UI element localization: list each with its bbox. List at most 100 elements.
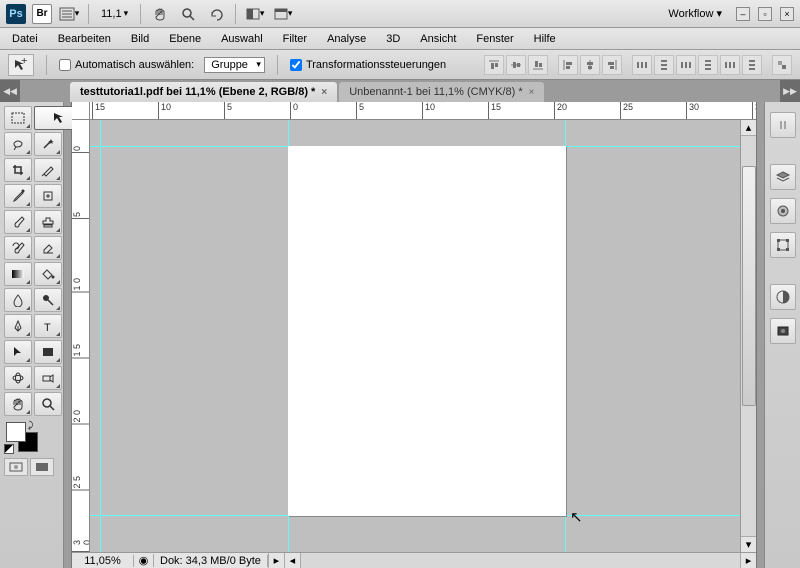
path-selection-tool[interactable] <box>4 340 32 364</box>
menu-datei[interactable]: Datei <box>10 31 40 47</box>
transform-controls-checkbox[interactable]: Transformationssteuerungen <box>290 59 446 71</box>
color-swatches[interactable]: ⤸ <box>0 420 63 456</box>
document-info-dropdown-icon[interactable]: ▸ <box>268 553 284 568</box>
scrollbar-thumb[interactable] <box>742 166 756 406</box>
rotate-view-shortcut[interactable] <box>205 3 227 25</box>
screen-mode-cycle[interactable] <box>30 458 54 476</box>
distribute-h-icon[interactable] <box>632 55 652 75</box>
vertical-ruler[interactable]: 0 5 1 0 1 5 2 0 2 5 3 0 <box>72 120 90 552</box>
3d-rotate-tool[interactable] <box>4 366 32 390</box>
channels-panel-icon[interactable] <box>770 198 796 224</box>
collapse-right-dock[interactable]: ▶▶ <box>780 80 800 102</box>
arrange-documents-dropdown[interactable]: ▾ <box>244 3 266 25</box>
type-tool[interactable]: T <box>34 314 62 338</box>
menu-auswahl[interactable]: Auswahl <box>219 31 265 47</box>
distribute-v2-icon[interactable] <box>698 55 718 75</box>
hand-tool-shortcut[interactable] <box>149 3 171 25</box>
extras-dropdown[interactable]: ▾ <box>58 3 80 25</box>
menu-filter[interactable]: Filter <box>281 31 309 47</box>
crop-tool[interactable] <box>4 158 32 182</box>
menu-3d[interactable]: 3D <box>384 31 402 47</box>
align-vcenter-icon[interactable] <box>506 55 526 75</box>
menu-ebene[interactable]: Ebene <box>167 31 203 47</box>
menu-fenster[interactable]: Fenster <box>474 31 515 47</box>
scroll-right-icon[interactable]: ▸ <box>740 553 756 568</box>
auto-align-icon[interactable] <box>772 55 792 75</box>
distribute-v3-icon[interactable] <box>742 55 762 75</box>
menu-hilfe[interactable]: Hilfe <box>532 31 558 47</box>
pen-tool[interactable] <box>4 314 32 338</box>
right-dock-gutter[interactable] <box>756 102 764 568</box>
horizontal-scrollbar[interactable] <box>300 553 740 568</box>
vertical-scrollbar[interactable]: ▴ ▾ <box>740 120 756 552</box>
menu-bild[interactable]: Bild <box>129 31 151 47</box>
auto-select-checkbox[interactable]: Automatisch auswählen: <box>59 59 194 71</box>
menu-analyse[interactable]: Analyse <box>325 31 368 47</box>
shape-tool[interactable] <box>34 340 62 364</box>
horizontal-ruler[interactable]: 15 10 5 0 5 10 15 20 25 30 35 <box>90 102 756 120</box>
distribute-h2-icon[interactable] <box>676 55 696 75</box>
layers-panel-icon[interactable] <box>770 164 796 190</box>
close-tab-icon[interactable]: × <box>529 87 535 98</box>
minimize-button[interactable]: – <box>736 7 750 21</box>
left-dock-gutter[interactable] <box>64 102 72 568</box>
foreground-color-swatch[interactable] <box>6 422 26 442</box>
align-right-icon[interactable] <box>602 55 622 75</box>
panel-handle-icon[interactable] <box>770 112 796 138</box>
collapse-left-dock[interactable]: ◀◀ <box>0 80 20 102</box>
paths-panel-icon[interactable] <box>770 232 796 258</box>
scroll-down-icon[interactable]: ▾ <box>741 536 756 552</box>
workspace-switcher[interactable]: Workflow ▾ <box>662 5 728 22</box>
paint-bucket-tool[interactable] <box>34 262 62 286</box>
distribute-h3-icon[interactable] <box>720 55 740 75</box>
dodge-tool[interactable] <box>34 288 62 312</box>
document-info[interactable]: Dok: 34,3 MB/0 Byte <box>154 555 268 567</box>
auto-select-target-dropdown[interactable]: Gruppe <box>204 57 265 73</box>
bridge-icon[interactable]: Br <box>32 4 52 24</box>
zoom-percent-input[interactable]: 11,1 ▾ <box>97 8 132 20</box>
align-bottom-icon[interactable] <box>528 55 548 75</box>
gradient-tool[interactable] <box>4 262 32 286</box>
default-colors-icon[interactable] <box>4 444 14 454</box>
ruler-origin[interactable] <box>72 102 90 120</box>
zoom-tool[interactable] <box>34 392 62 416</box>
align-left-icon[interactable] <box>558 55 578 75</box>
brush-tool[interactable] <box>4 210 32 234</box>
close-tab-icon[interactable]: × <box>321 87 327 98</box>
clone-stamp-tool[interactable] <box>34 210 62 234</box>
close-button[interactable]: × <box>780 7 794 21</box>
history-brush-tool[interactable] <box>4 236 32 260</box>
slice-tool[interactable] <box>34 158 62 182</box>
history-panel-icon[interactable] <box>770 318 796 344</box>
scroll-left-icon[interactable]: ◂ <box>284 553 300 568</box>
zoom-tool-shortcut[interactable] <box>177 3 199 25</box>
lasso-tool[interactable] <box>4 132 32 156</box>
eyedropper-tool[interactable] <box>4 184 32 208</box>
zoom-percentage-field[interactable]: 11,05% <box>72 555 134 567</box>
active-tool-indicator[interactable]: + <box>8 54 34 76</box>
healing-brush-tool[interactable] <box>34 184 62 208</box>
status-popup-icon[interactable]: ◉ <box>134 554 154 567</box>
document-tab-2[interactable]: Unbenannt-1 bei 11,1% (CMYK/8) * × <box>339 82 544 102</box>
marquee-tool[interactable] <box>4 106 32 130</box>
canvas-area[interactable]: ↖ <box>90 120 740 552</box>
hand-tool[interactable] <box>4 392 32 416</box>
align-hcenter-icon[interactable] <box>580 55 600 75</box>
3d-camera-tool[interactable] <box>34 366 62 390</box>
maximize-button[interactable]: ▫ <box>758 7 772 21</box>
blur-tool[interactable] <box>4 288 32 312</box>
quick-mask-toggle[interactable] <box>4 458 28 476</box>
magic-wand-tool[interactable] <box>34 132 62 156</box>
eraser-tool[interactable] <box>34 236 62 260</box>
document-tab-1[interactable]: testtutoria1l.pdf bei 11,1% (Ebene 2, RG… <box>70 82 337 102</box>
guide-vertical[interactable] <box>100 120 101 552</box>
scroll-up-icon[interactable]: ▴ <box>741 120 756 136</box>
align-top-icon[interactable] <box>484 55 504 75</box>
document-canvas[interactable] <box>288 146 566 516</box>
screen-mode-dropdown[interactable]: ▾ <box>272 3 294 25</box>
swap-colors-icon[interactable]: ⤸ <box>28 420 33 431</box>
menu-bearbeiten[interactable]: Bearbeiten <box>56 31 113 47</box>
menu-ansicht[interactable]: Ansicht <box>418 31 458 47</box>
adjustments-panel-icon[interactable] <box>770 284 796 310</box>
distribute-v-icon[interactable] <box>654 55 674 75</box>
